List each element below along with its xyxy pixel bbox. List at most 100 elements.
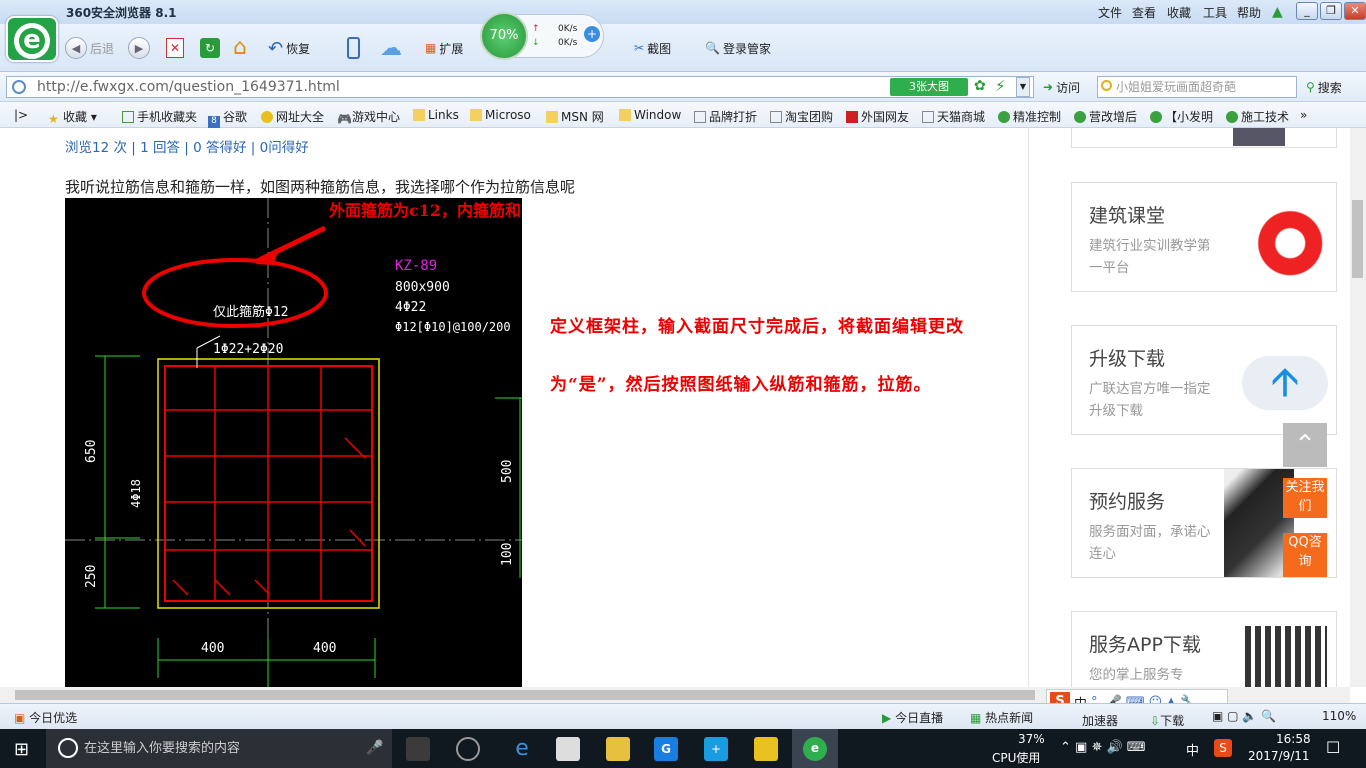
cad-dim-100: 100 [500,543,515,566]
zoom-icon: 🔍 [1261,709,1277,723]
fav-brand[interactable]: 品牌打折 [694,108,757,125]
status-icons[interactable]: ▣ ▢ 🔈 🔍 [1212,709,1276,723]
fav-windows[interactable]: Window [619,108,681,122]
speed-ball[interactable]: 70% [480,12,528,60]
search-button[interactable]: ⚲ 搜索 [1306,77,1342,97]
fav-msn[interactable]: MSN 网 [546,108,604,125]
plus-app-icon[interactable]: + [704,737,728,761]
microphone-icon[interactable]: 🎤 [366,740,383,756]
browser-task-icon: e [803,737,827,761]
menu-file[interactable]: 文件 [1098,4,1122,21]
cloud-icon[interactable]: ☁ [380,36,402,61]
window-title: 360安全浏览器 8.1 [66,6,177,20]
fav-links[interactable]: Links [413,108,459,122]
clock-date[interactable]: 2017/9/11 [1248,749,1310,763]
swirl-app-icon[interactable] [456,737,480,761]
screenshot-button[interactable]: ✂ 截图 [634,38,671,58]
follow-us-button[interactable]: 关注我们 [1283,478,1327,518]
zoom-level[interactable]: 110% [1322,709,1356,723]
card-appointment-desc: 服务面对面，承诺心连心 [1089,524,1211,562]
shirt-icon[interactable]: ▲ [1272,4,1283,20]
cad-circled-label: 仅此箍筋Φ12 [213,304,288,320]
menu-favorites[interactable]: 收藏 [1167,4,1191,21]
fav-invention[interactable]: 【小发明 [1150,108,1213,125]
today-live[interactable]: ▶ 今日直播 [882,709,943,726]
search-input[interactable]: 小姐姐爱玩画面超奇葩 [1097,76,1297,98]
downloads[interactable]: ⇩下载 [1150,712,1184,729]
card-appointment-title: 预约服务 [1089,491,1166,513]
fav-daquan[interactable]: 网址大全 [261,108,324,125]
glodon-icon[interactable]: G [654,737,678,761]
browser-logo-icon[interactable]: e [6,16,58,62]
card-course[interactable]: 建筑课堂 建筑行业实训教学第一平台 [1071,182,1337,292]
big-images-button[interactable]: 3张大图 [890,78,968,96]
menu-help[interactable]: 帮助 [1237,4,1261,21]
dropdown-icon[interactable]: ▼ [1016,77,1030,97]
fav-mobile[interactable]: 手机收藏夹 [122,108,197,125]
clock-time[interactable]: 16:58 [1276,732,1311,746]
active-browser-task[interactable]: e [792,729,838,768]
hot-news[interactable]: ▦ 热点新闻 [970,709,1033,726]
question-stats[interactable]: 浏览12 次 | 1 回答 | 0 答得好 | 0问得好 [65,136,309,156]
horizontal-scroll-thumb[interactable] [15,690,1035,700]
today-picks[interactable]: ▣ 今日优选 [14,709,77,726]
sogou-tray-icon[interactable]: S [1214,739,1232,757]
visit-button[interactable]: ➜ 访问 [1043,77,1080,97]
close-button[interactable]: ✕ [1344,2,1366,20]
refresh-icon[interactable]: ↻ [200,38,220,58]
fav-construction[interactable]: 施工技术 [1226,108,1289,125]
card-app[interactable]: 服务APP下载 您的掌上服务专 [1071,611,1337,688]
vertical-scroll-thumb[interactable] [1352,200,1363,278]
store-icon[interactable] [556,737,580,761]
tray-icons[interactable]: ⌃ ▣ ✵ 🔊 ⌨ [1060,740,1146,755]
fav-foreign[interactable]: 外国网友 [846,108,909,125]
card-course-desc: 建筑行业实训教学第一平台 [1089,238,1211,276]
forward-button[interactable]: ▶ [128,37,150,59]
home-icon[interactable]: ⌂ [233,35,247,60]
fav-games[interactable]: 🎮游戏中心 [337,108,400,126]
ime-indicator[interactable]: 中 [1186,740,1199,759]
cad-annotation: 外面箍筋为c12，内箍筋和拉筋为c10. [328,201,522,220]
login-manager-button[interactable]: 🔍 登录管家 [705,38,771,58]
back-to-top-button[interactable]: ⌃ [1283,423,1327,467]
fav-vat[interactable]: 营改增后 [1074,108,1137,125]
column-divider [1028,128,1029,687]
extend-button[interactable]: ▦ 扩展 [425,38,463,58]
menu-tools[interactable]: 工具 [1203,4,1227,21]
stop-icon[interactable]: ✕ [166,38,184,58]
taskbar-search-input[interactable]: 在这里输入你要搜索的内容 [46,729,392,768]
back-button[interactable]: ◀ 后退 [65,37,114,59]
menu-view[interactable]: 查看 [1132,4,1156,21]
fav-collect[interactable]: ★ 收藏 ▾ [48,108,97,126]
leaf-icon[interactable]: ✿ [974,78,986,94]
fav-precise[interactable]: 精准控制 [998,108,1061,125]
fav-tmall[interactable]: 天猫商城 [922,108,985,125]
url-input[interactable]: http://e.fwxgx.com/question_1649371.html [6,76,1034,98]
scissors-icon: ✂ [634,41,645,55]
phone-icon[interactable] [347,37,360,59]
fav-taobao[interactable]: 淘宝团购 [770,108,833,125]
fav-microsoft[interactable]: Microso [470,108,531,122]
windows-start-icon[interactable]: ⊞ [14,739,29,760]
maximize-button[interactable]: ❐ [1320,2,1342,20]
up-arrow-icon: ↑ [532,24,540,34]
more-favorites-icon[interactable]: » [1300,108,1307,122]
cortana-icon [58,738,78,758]
cad-dim-650: 650 [84,440,99,463]
accelerator[interactable]: 加速器 [1082,712,1118,729]
answer-line-2: 为“是”，然后按照图纸输入纵筋和箍筋，拉筋。 [550,375,932,395]
minimize-button[interactable]: _ [1296,2,1318,20]
qq-consult-button[interactable]: QQ咨询 [1283,533,1327,577]
lightning-icon[interactable]: ⚡ [995,77,1006,95]
sidebar-toggle-icon[interactable]: |> [14,108,28,122]
card-upgrade[interactable]: 升级下载 广联达官方唯一指定升级下载 🡩 [1071,325,1337,435]
task-view-icon[interactable] [406,737,430,761]
plus-icon[interactable]: + [584,26,600,42]
cloud-upload-icon: 🡩 [1242,356,1328,410]
notes-icon[interactable] [754,737,778,761]
restore-button[interactable]: ↶ 恢复 [268,38,310,59]
file-explorer-icon[interactable] [606,737,630,761]
notification-icon[interactable]: ☐ [1326,738,1340,757]
edge-icon[interactable]: e [510,737,534,761]
fav-google[interactable]: 8 谷歌 [208,108,247,128]
